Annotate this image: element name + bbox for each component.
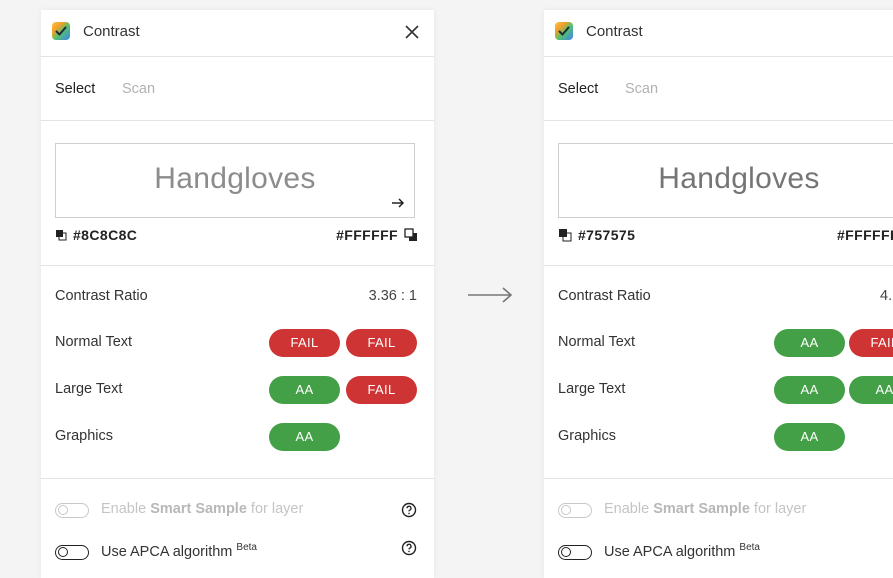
tab-scan[interactable]: Scan <box>122 81 155 97</box>
color-sample-section: Handgloves #757575 #FFFFFF <box>544 121 893 265</box>
large-text-label: Large Text <box>558 381 626 397</box>
foreground-color[interactable]: #8C8C8C <box>55 227 137 243</box>
foreground-swatch-icon <box>559 229 572 242</box>
results-section: Contrast Ratio 4. Normal Text AA FAIL La… <box>544 266 893 478</box>
graphics-label: Graphics <box>55 428 114 444</box>
close-icon[interactable] <box>404 24 420 40</box>
help-icon[interactable] <box>401 540 417 556</box>
foreground-hex: #8C8C8C <box>73 227 138 243</box>
apca-label: Use APCA algorithm Beta <box>604 542 760 560</box>
graphics-aa-badge: AA <box>774 423 845 451</box>
contrast-ratio-label: Contrast Ratio <box>558 288 651 304</box>
foreground-hex: #757575 <box>578 227 636 243</box>
normal-text-label: Normal Text <box>55 334 133 350</box>
graphics-aa-badge: AA <box>269 423 340 451</box>
foreground-swatch-icon <box>56 230 67 241</box>
large-text-aa-badge: AA <box>269 376 340 404</box>
tab-select[interactable]: Select <box>55 81 95 97</box>
normal-text-aaa-badge: FAIL <box>849 329 893 357</box>
contrast-ratio-label: Contrast Ratio <box>55 288 148 304</box>
results-section: Contrast Ratio 3.36 : 1 Normal Text FAIL… <box>41 266 434 478</box>
smart-sample-label: Enable Smart Sample for layer <box>604 501 807 517</box>
background-hex: #FFFFFF <box>837 227 893 243</box>
contrast-panel-before: Contrast Select Scan Handgloves #8C8C8C … <box>41 10 434 578</box>
foreground-color[interactable]: #757575 <box>558 227 635 243</box>
background-color[interactable]: #FFFFFF <box>837 227 893 243</box>
large-text-aaa-badge: FAIL <box>346 376 417 404</box>
apca-toggle[interactable] <box>55 545 89 560</box>
large-text-aaa-badge: AA <box>849 376 893 404</box>
apca-toggle[interactable] <box>558 545 592 560</box>
tab-bar: Select Scan <box>544 57 893 120</box>
preview-text: Handgloves <box>154 162 316 195</box>
background-swatch-icon <box>404 228 417 241</box>
apca-label: Use APCA algorithm Beta <box>101 542 257 560</box>
contrast-ratio-value: 4. <box>880 288 893 304</box>
contrast-ratio-value: 3.36 : 1 <box>368 288 417 304</box>
smart-sample-label: Enable Smart Sample for layer <box>101 501 304 517</box>
app-title: Contrast <box>586 23 643 40</box>
arrow-right-icon <box>468 287 513 303</box>
graphics-label: Graphics <box>558 428 617 444</box>
options-section: Enable Smart Sample for layer Use APCA a… <box>544 479 893 578</box>
large-text-label: Large Text <box>55 381 123 397</box>
help-icon[interactable] <box>401 502 417 518</box>
normal-text-aa-badge: AA <box>774 329 845 357</box>
tab-select[interactable]: Select <box>558 81 598 97</box>
tab-scan[interactable]: Scan <box>625 81 658 97</box>
normal-text-label: Normal Text <box>558 334 636 350</box>
smart-sample-toggle[interactable] <box>55 503 89 518</box>
background-color[interactable]: #FFFFFF <box>336 227 418 243</box>
color-sample-section: Handgloves #8C8C8C #FFFFFF <box>41 121 434 265</box>
app-title: Contrast <box>83 23 140 40</box>
background-hex: #FFFFFF <box>336 227 398 243</box>
normal-text-aa-badge: FAIL <box>269 329 340 357</box>
preview-text: Handgloves <box>658 162 820 195</box>
text-preview: Handgloves <box>558 143 893 218</box>
app-logo-icon <box>555 22 573 40</box>
smart-sample-toggle[interactable] <box>558 503 592 518</box>
tab-bar: Select Scan <box>41 57 434 120</box>
app-logo-icon <box>52 22 70 40</box>
contrast-panel-after: Contrast Select Scan Handgloves #757575 … <box>544 10 893 578</box>
options-section: Enable Smart Sample for layer Use APCA a… <box>41 479 434 578</box>
normal-text-aaa-badge: FAIL <box>346 329 417 357</box>
panel-header: Contrast <box>544 10 893 56</box>
swap-arrow-icon[interactable] <box>390 195 406 211</box>
large-text-aa-badge: AA <box>774 376 845 404</box>
panel-header: Contrast <box>41 10 434 56</box>
text-preview: Handgloves <box>55 143 415 218</box>
